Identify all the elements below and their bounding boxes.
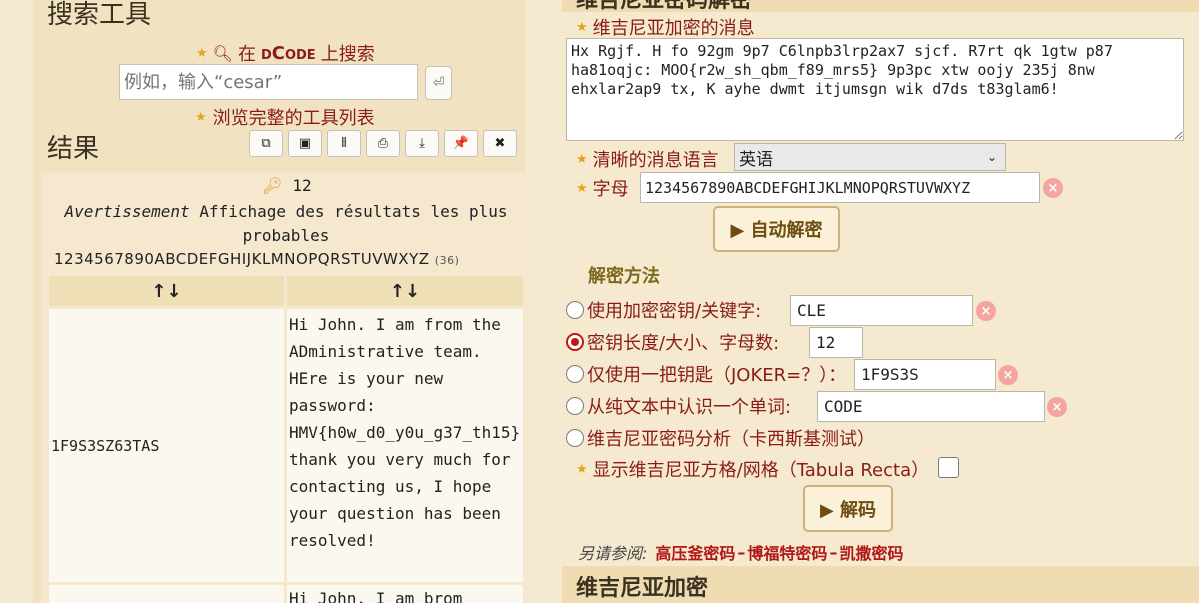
clear-joker-icon[interactable]: × [998,365,1018,385]
decoder-title: 维吉尼亚密码解密 [576,0,752,12]
star-icon: ★ [576,19,588,35]
table-row: 1F9S3SZ63TAS [49,309,284,582]
search-link-prefix: 在 [237,44,256,65]
results-alphabet: 1234567890ABCDEFGHIJKLMNOPQRSTUVWXYZ (36… [54,250,459,268]
decrypt-method-title: 解密方法 [588,266,660,287]
close-icon[interactable]: ✖ [483,130,517,157]
results-title: 结果 [47,134,100,164]
see-also-label: 另请参阅: [578,544,648,563]
decode-button[interactable]: ▶ 解码 [803,485,893,532]
radio-known-word[interactable] [566,397,584,415]
dcode-brand: dCode [260,42,316,64]
joker-input[interactable]: 1F9S3S [854,359,996,390]
key-count-value: 12 [292,176,312,195]
results-warning: Avertissement Affichage des résultats le… [50,200,522,248]
tabula-row: ★ 显示维吉尼亚方格/网格（Tabula Recta） [576,456,929,482]
clear-key-icon[interactable]: × [976,301,996,321]
search-input[interactable] [119,64,418,100]
encrypt-section-bar: 维吉尼亚加密 [562,566,1199,603]
alphabet-label: 字母 [592,179,629,200]
sort-column-text[interactable]: ↑↓ [287,276,523,306]
option-kasiski-label: 维吉尼亚密码分析（卡西斯基测试） [587,429,875,450]
search-on-dcode-link[interactable]: ★ 🔍︎ 在 dCode 上搜索 [196,40,375,66]
key-count: 🔑︎ 12 [262,176,312,195]
chevron-down-icon: ⌄ [986,150,997,164]
encrypt-section-title: 维吉尼亚加密 [576,575,709,601]
radio-kasiski[interactable] [566,429,584,447]
see-also-link-caesar[interactable]: 凯撒密码 [839,540,903,564]
see-also-link-autoclave[interactable]: 高压釜密码 [655,540,735,564]
browse-tools-link[interactable]: ★ 浏览完整的工具列表 [195,104,375,130]
row-plaintext: Hi John. I am brom [287,585,523,603]
pin-icon[interactable]: 📌 [444,130,478,157]
columns-icon[interactable]: ⦀ [327,130,361,157]
print-icon[interactable]: ⎙ [366,130,400,157]
language-row: ★ 清晰的消息语言 [576,146,719,172]
alphabet-length: (36) [434,254,460,267]
alphabet-row: ★ 字母 [576,175,629,201]
decoder-title-bar: 维吉尼亚密码解密 [562,0,1199,12]
alphabet-value: 1234567890ABCDEFGHIJKLMNOPQRSTUVWXYZ [54,250,430,268]
alphabet-input[interactable]: 1234567890ABCDEFGHIJKLMNOPQRSTUVWXYZ [640,172,1040,203]
key-input[interactable]: CLE [790,295,973,326]
star-icon: ★ [576,180,588,196]
search-link-suffix: 上搜索 [320,44,375,65]
table-row [49,585,284,603]
star-icon: ★ [576,151,588,167]
see-also-separator: – [737,542,746,562]
copy-icon[interactable]: ⧉ [249,130,283,157]
star-icon: ★ [196,45,208,61]
sort-column-key[interactable]: ↑↓ [49,276,284,306]
see-also-separator: – [829,542,838,562]
language-label: 清晰的消息语言 [592,150,719,171]
option-joker-label: 仅使用一把钥匙（JOKER=？）： [587,365,847,386]
warning-label: Avertissement [64,202,190,221]
auto-decrypt-button[interactable]: ▶ 自动解密 [713,206,840,252]
left-gutter [0,0,33,603]
clear-alphabet-icon[interactable]: × [1043,178,1063,198]
see-also-link-beaufort[interactable]: 博福特密码 [747,540,827,564]
search-tools-title: 搜索工具 [47,0,152,30]
see-also: 另请参阅: 高压釜密码 – 博福特密码 – 凯撒密码 [578,540,903,564]
message-label-row: ★ 维吉尼亚加密的消息 [576,14,755,40]
search-magnifier-icon: 🔍︎ [212,43,233,63]
save-icon[interactable]: ▣ [288,130,322,157]
results-toolbar: ⧉ ▣ ⦀ ⎙ ⤓ 📌 ✖ [249,130,517,157]
row-key: 1F9S3SZ63TAS [51,436,160,455]
key-length-input[interactable]: 12 [809,327,863,358]
tabula-checkbox[interactable] [938,457,959,478]
row-text: Hi John. I am brom [289,589,463,603]
option-key-label: 使用加密密钥/关键字: [587,301,762,322]
search-submit-button[interactable]: ⏎ [425,66,452,100]
star-icon: ★ [195,109,207,125]
key-icon: 🔑︎ [262,176,283,195]
warning-text: Affichage des résultats les plus probabl… [199,202,508,245]
known-word-input[interactable]: CODE [817,391,1045,422]
clear-word-icon[interactable]: × [1047,397,1067,417]
language-select-value: 英语 [739,149,773,170]
browse-tools-label: 浏览完整的工具列表 [212,108,375,129]
option-word-label: 从纯文本中认识一个单词: [587,397,792,418]
ciphertext-input[interactable] [566,38,1184,141]
radio-key-length[interactable] [566,333,584,351]
download-icon[interactable]: ⤓ [405,130,439,157]
radio-use-key[interactable] [566,301,584,319]
message-label: 维吉尼亚加密的消息 [592,18,755,39]
language-select[interactable]: 英语 ⌄ [734,143,1006,171]
star-icon: ★ [576,461,588,477]
tabula-label: 显示维吉尼亚方格/网格（Tabula Recta） [592,460,930,481]
option-length-label: 密钥长度/大小、字母数: [587,333,780,354]
radio-joker[interactable] [566,365,584,383]
row-plaintext: Hi John. I am from the ADministrative te… [287,309,523,582]
